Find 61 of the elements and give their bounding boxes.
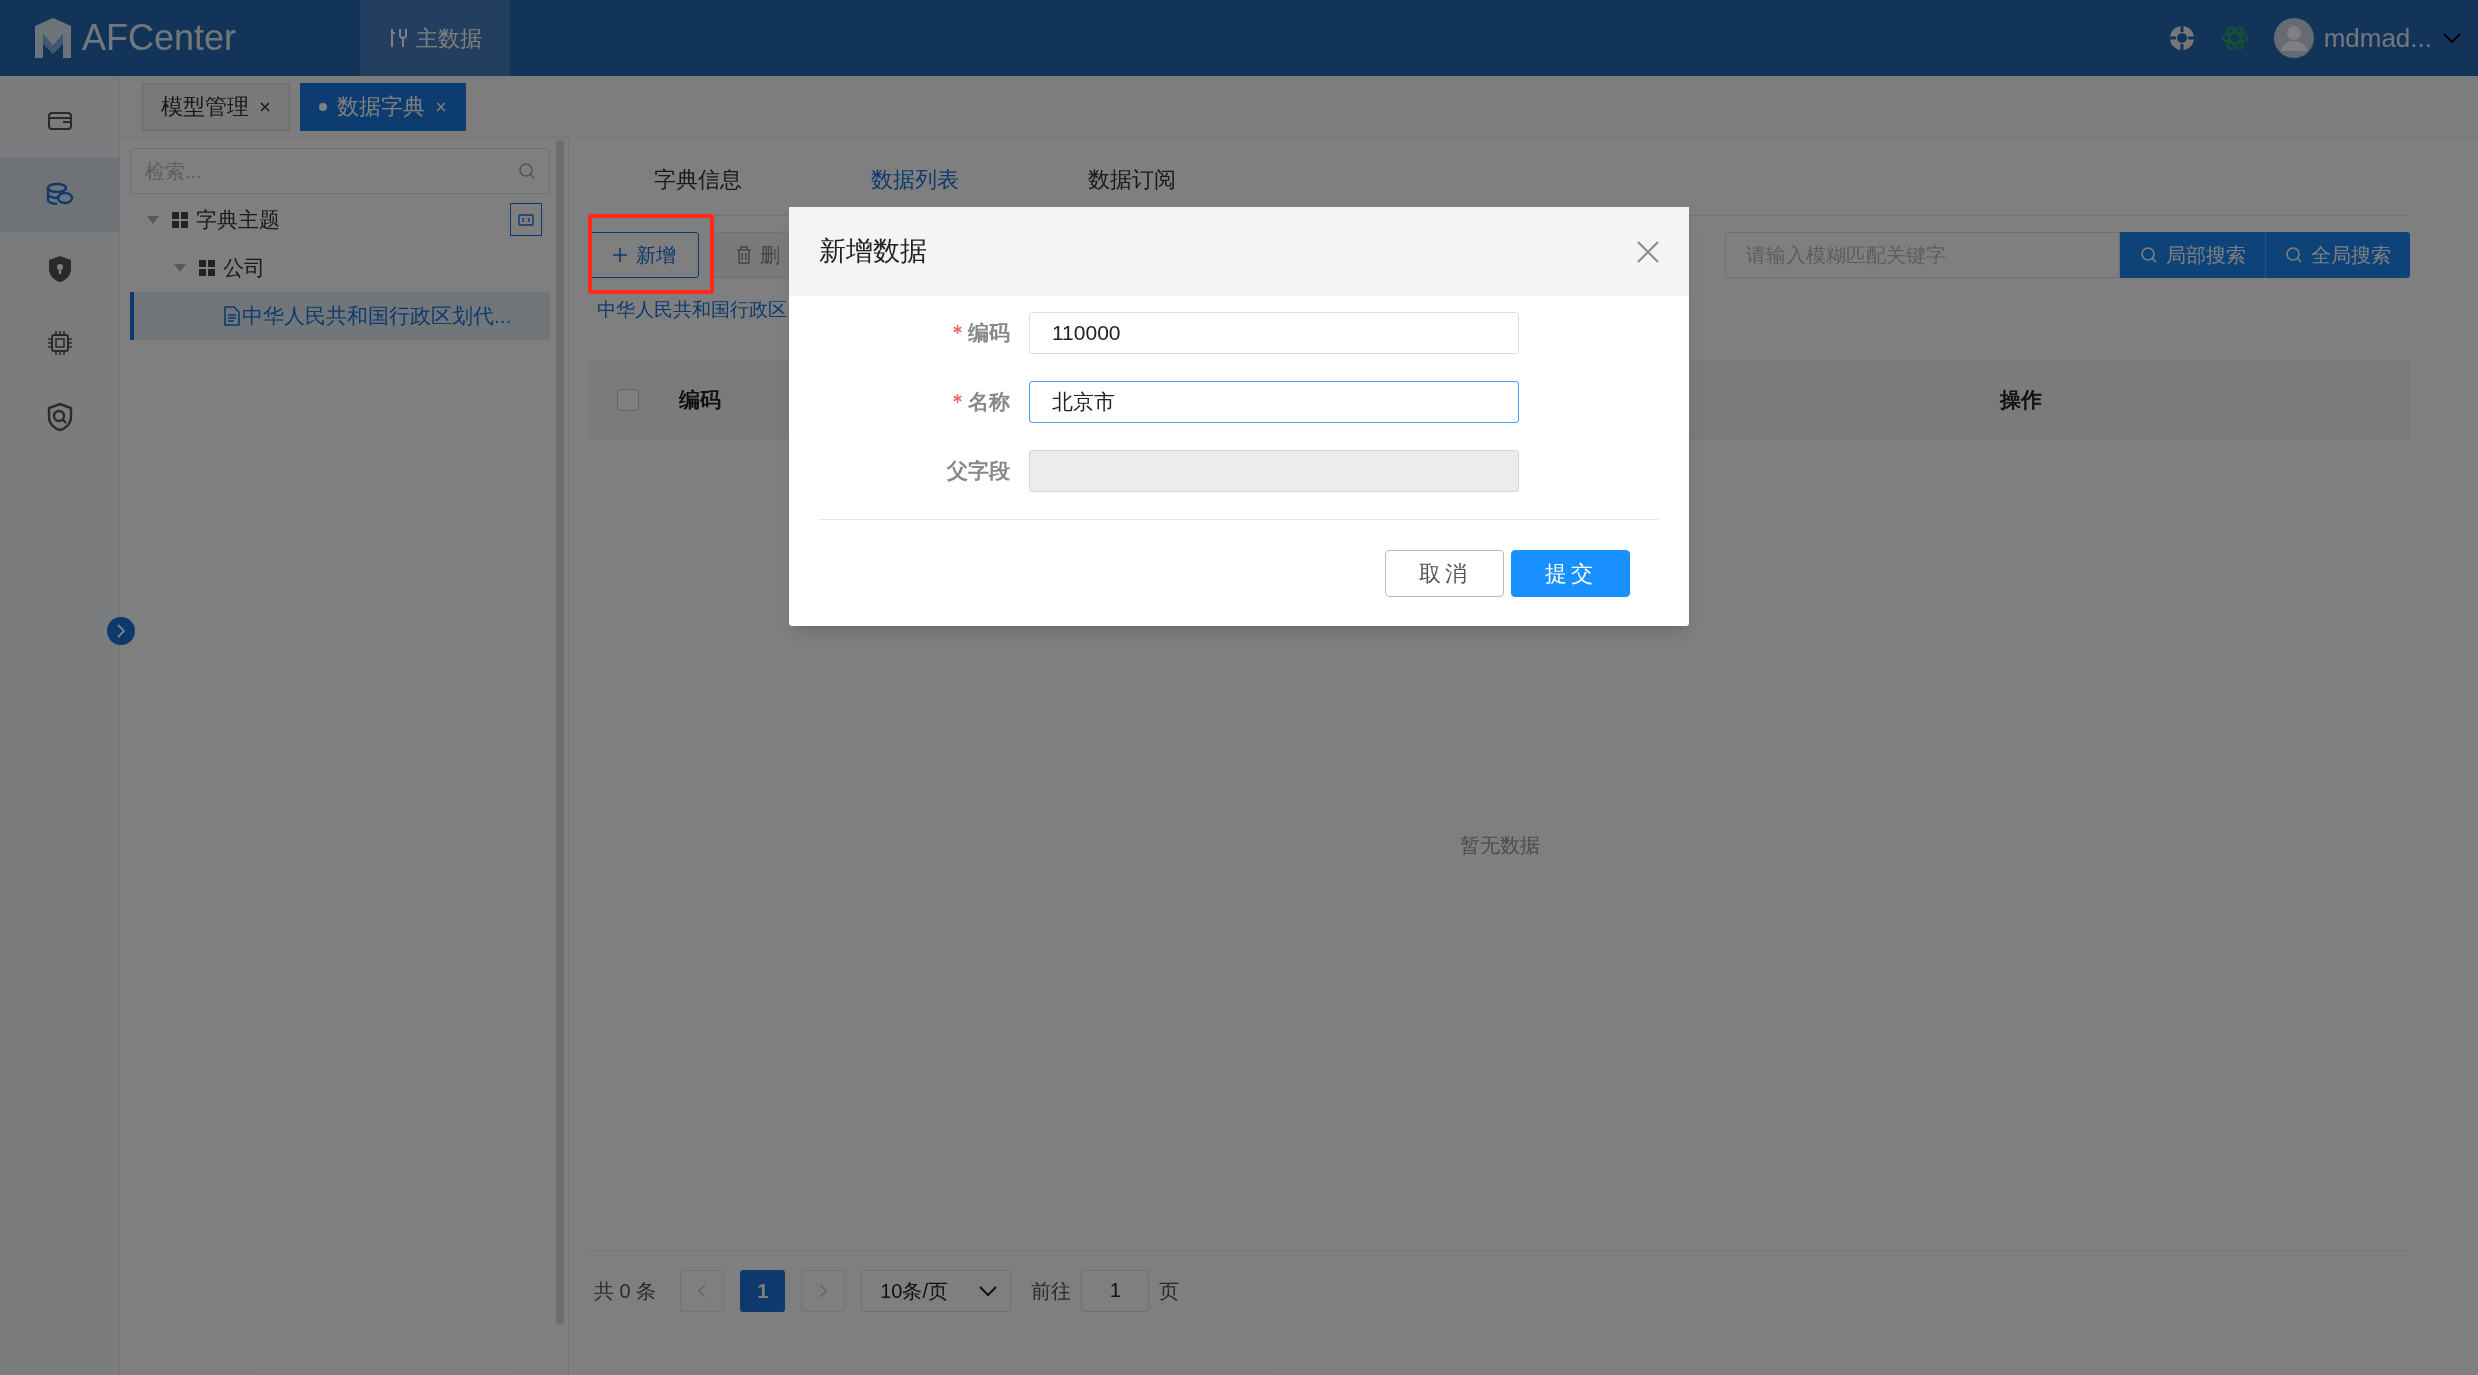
- search-icon: [2139, 246, 2158, 264]
- page-input[interactable]: 1: [1081, 1269, 1150, 1312]
- page-tab[interactable]: 模型管理: [142, 82, 290, 131]
- add-button[interactable]: 新增: [589, 232, 699, 278]
- user-name[interactable]: mdmad...: [2323, 18, 2432, 58]
- ratio-icon: [518, 213, 534, 226]
- chip-icon: [46, 330, 73, 356]
- field-label: 编码: [968, 320, 1010, 347]
- caret-icon[interactable]: [173, 263, 187, 273]
- tree-item[interactable]: 中华人民共和国行政区划代...: [130, 292, 550, 340]
- grid-icon: [199, 260, 215, 276]
- plus-icon: [612, 247, 628, 263]
- search-button[interactable]: 全局搜索: [2265, 232, 2410, 278]
- page-button[interactable]: 1: [740, 1269, 786, 1312]
- tree-item[interactable]: 字典主题: [130, 196, 550, 244]
- cancel-button[interactable]: 取消: [1385, 550, 1504, 597]
- lifebuoy-icon[interactable]: [2167, 24, 2196, 52]
- field-label: 父字段: [947, 458, 1010, 485]
- search-icon: [2285, 246, 2303, 264]
- column-header: 编码: [679, 386, 721, 413]
- avatar-icon[interactable]: [2273, 18, 2314, 58]
- total-count: 共 0 条: [594, 1278, 657, 1304]
- tree-label: 公司: [223, 255, 265, 282]
- search-button[interactable]: 局部搜索: [2120, 232, 2265, 278]
- tree-label: 字典主题: [196, 207, 280, 234]
- expand-button[interactable]: [107, 617, 135, 645]
- fit-button[interactable]: [510, 203, 542, 236]
- caret-icon[interactable]: [146, 215, 160, 225]
- wallet-icon: [46, 110, 73, 132]
- shield-search-icon: [46, 402, 73, 432]
- input-field[interactable]: 110000: [1029, 312, 1519, 354]
- close-icon[interactable]: [1637, 240, 1659, 263]
- page-suffix: 页: [1159, 1278, 1180, 1304]
- trash-icon: [736, 246, 752, 264]
- goto-label: 前往: [1031, 1278, 1072, 1304]
- content-tab[interactable]: 字典信息: [589, 159, 806, 215]
- checkbox[interactable]: [617, 388, 639, 411]
- chevron-left-icon: [697, 1282, 708, 1299]
- column-header: 操作: [2000, 386, 2042, 413]
- page-size-select[interactable]: 10条/页: [861, 1269, 1012, 1312]
- submit-button[interactable]: 提交: [1511, 550, 1630, 597]
- grid-icon: [172, 212, 188, 228]
- tree-label: 中华人民共和国行政区划代...: [242, 303, 512, 330]
- caret-icon: [978, 1284, 999, 1297]
- chevron-right-icon: [117, 624, 125, 638]
- close-icon[interactable]: [259, 100, 271, 113]
- chevron-right-icon: [818, 1282, 829, 1299]
- logo-icon: [32, 16, 74, 60]
- app-logo: AFCenter: [82, 16, 237, 60]
- page-tab[interactable]: 数据字典: [300, 82, 466, 131]
- document-icon: [224, 306, 240, 326]
- search-icon: [518, 162, 536, 180]
- tree-item[interactable]: 公司: [130, 244, 550, 292]
- breadcrumb-link[interactable]: 中华人民共和国行政区: [597, 295, 787, 325]
- field-label: 名称: [968, 389, 1010, 416]
- rail-item[interactable]: [0, 158, 119, 232]
- caret-icon[interactable]: [2442, 32, 2462, 44]
- tools-icon: [388, 27, 408, 49]
- input-field[interactable]: 北京市: [1029, 381, 1519, 423]
- shield-icon: [46, 254, 73, 284]
- dialog-title: 新增数据: [819, 235, 927, 269]
